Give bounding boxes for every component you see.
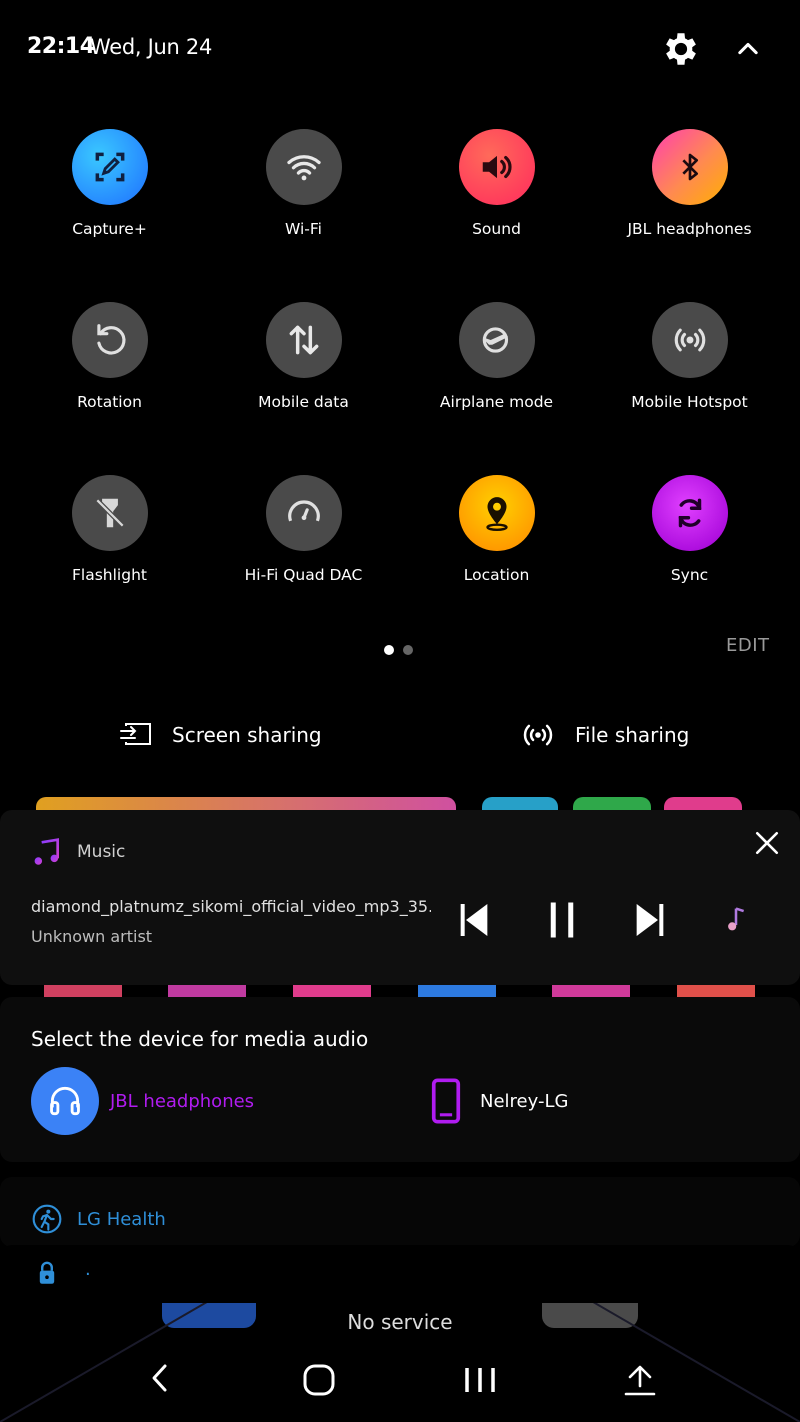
tile-bluetooth[interactable]: JBL headphones <box>593 129 786 269</box>
tile-wifi[interactable]: Wi-Fi <box>207 129 400 269</box>
airplane-icon <box>458 302 535 378</box>
track-artist: Unknown artist <box>31 927 153 946</box>
location-icon <box>458 475 535 551</box>
device-select-title: Select the device for media audio <box>31 1027 369 1051</box>
hotspot-icon <box>651 302 728 378</box>
tile-label: Capture+ <box>72 220 147 238</box>
track-title: diamond_platnumz_sikomi_official_video_m… <box>31 897 431 916</box>
tile-location[interactable]: Location <box>400 475 593 615</box>
media-audio-device-card: Select the device for media audio JBL he… <box>0 997 800 1162</box>
screen-sharing-label: Screen sharing <box>172 723 322 747</box>
lg-health-row: LG Health <box>31 1203 166 1235</box>
dac-icon <box>265 475 342 551</box>
tile-label: Location <box>463 566 530 584</box>
recents-icon[interactable] <box>462 1362 498 1398</box>
bluetooth-icon <box>651 129 728 205</box>
tile-flashlight[interactable]: Flashlight <box>13 475 206 615</box>
lock-text: . <box>85 1259 91 1280</box>
phone-icon <box>431 1078 461 1124</box>
next-track-icon[interactable] <box>634 900 666 940</box>
chevron-up-icon[interactable] <box>734 34 762 62</box>
file-share-icon <box>523 724 553 746</box>
device-option-jbl-headphones[interactable]: JBL headphones <box>31 1067 254 1135</box>
page-dot <box>403 645 414 655</box>
file-sharing-label: File sharing <box>575 723 690 747</box>
home-icon[interactable] <box>301 1362 337 1398</box>
clock: 22:14 <box>27 34 95 59</box>
music-note-icon[interactable] <box>725 906 747 934</box>
page-dot-active <box>384 645 394 655</box>
tile-label: Wi-Fi <box>285 220 322 238</box>
flashlight-icon <box>71 475 148 551</box>
tile-mobile-hotspot[interactable]: Mobile Hotspot <box>593 302 786 442</box>
device-label-selected: JBL headphones <box>110 1090 255 1112</box>
music-app-icon <box>34 838 59 865</box>
tile-label: Rotation <box>77 393 142 411</box>
headphones-icon <box>31 1067 99 1135</box>
sync-icon <box>651 475 728 551</box>
device-label: Nelrey-LG <box>480 1090 569 1112</box>
tile-label: Airplane mode <box>439 393 554 411</box>
tile-label: Mobile data <box>258 393 349 411</box>
gear-icon[interactable] <box>660 28 702 70</box>
pause-icon[interactable] <box>547 900 577 940</box>
edit-button[interactable]: EDIT <box>726 635 770 656</box>
music-app-name: Music <box>77 842 126 862</box>
lg-health-label: LG Health <box>77 1208 166 1230</box>
mobile-data-icon <box>265 302 342 378</box>
carrier-status: No service <box>347 1310 453 1334</box>
tile-mobile-data[interactable]: Mobile data <box>207 302 400 442</box>
music-notification[interactable]: Music diamond_platnumz_sikomi_official_v… <box>0 810 800 985</box>
tile-label: Flashlight <box>72 566 147 584</box>
lg-health-notification[interactable]: LG Health <box>0 1177 800 1247</box>
tile-hifi-quad-dac[interactable]: Hi-Fi Quad DAC <box>207 475 400 615</box>
back-icon[interactable] <box>150 1362 170 1394</box>
tile-sound[interactable]: Sound <box>400 129 593 269</box>
expand-up-icon[interactable] <box>622 1362 658 1398</box>
file-sharing-button[interactable]: File sharing <box>521 715 689 755</box>
close-icon[interactable] <box>754 830 780 856</box>
screen-sharing-button[interactable]: Screen sharing <box>120 715 322 755</box>
capture-plus-icon <box>71 129 148 205</box>
page-indicator <box>384 640 417 659</box>
tile-label: Hi-Fi Quad DAC <box>244 566 363 584</box>
tile-sync[interactable]: Sync <box>593 475 786 615</box>
tile-rotation[interactable]: Rotation <box>13 302 206 442</box>
device-option-phone[interactable]: Nelrey-LG <box>430 1067 568 1135</box>
tile-label: Sync <box>670 566 709 584</box>
wifi-icon <box>265 129 342 205</box>
rotation-icon <box>71 302 148 378</box>
date: Wed, Jun 24 <box>90 35 213 59</box>
tile-capture-plus[interactable]: Capture+ <box>13 129 206 269</box>
tile-label: JBL headphones <box>627 220 752 238</box>
tile-airplane-mode[interactable]: Airplane mode <box>400 302 593 442</box>
quick-settings-panel: 22:14 Wed, Jun 24 Capture+ Wi-Fi Sound J… <box>0 0 800 797</box>
lock-icon <box>39 1261 55 1284</box>
secure-notification-row[interactable]: . <box>0 1245 800 1303</box>
status-header: 22:14 Wed, Jun 24 <box>0 0 800 96</box>
tile-label: Mobile Hotspot <box>631 393 748 411</box>
tile-label: Sound <box>472 220 521 238</box>
health-walk-icon <box>32 1204 62 1234</box>
sound-icon <box>458 129 535 205</box>
previous-track-icon[interactable] <box>458 900 490 940</box>
screen-share-icon <box>120 723 151 745</box>
